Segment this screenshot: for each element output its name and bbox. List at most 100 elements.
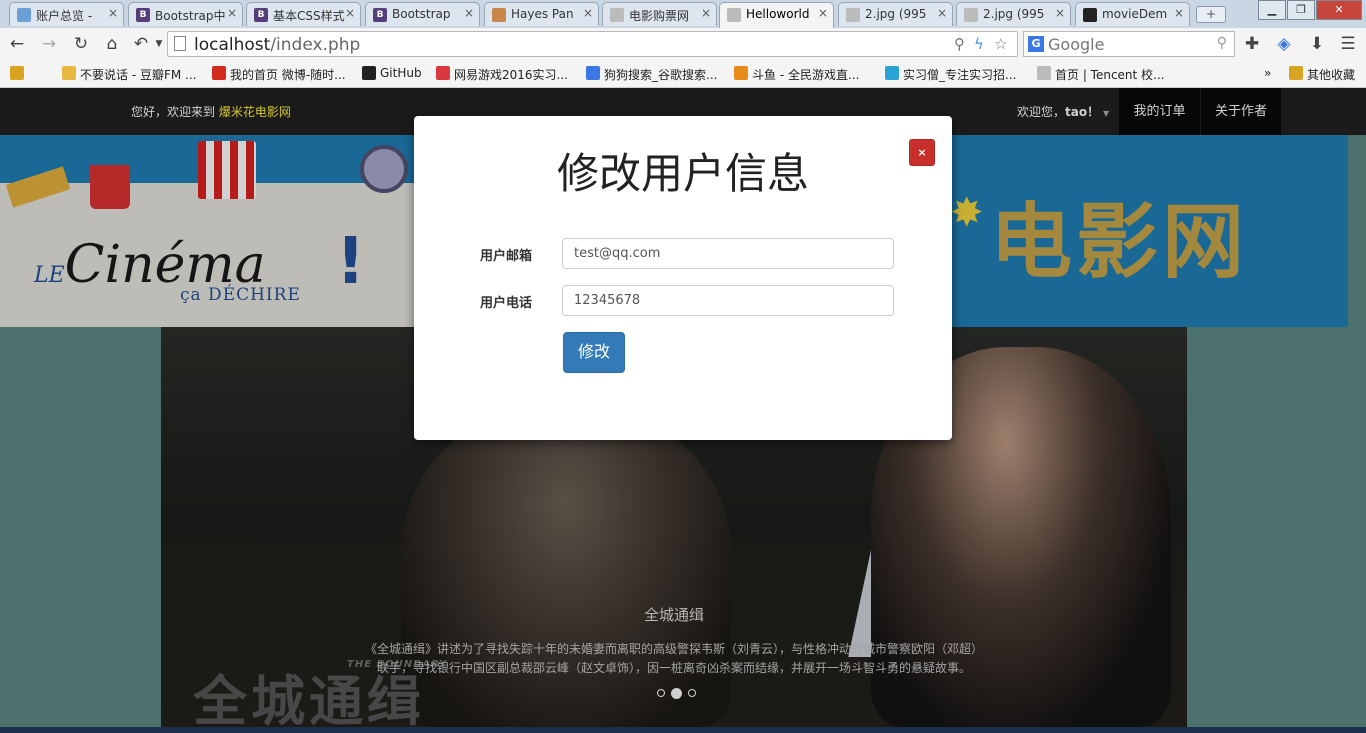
reload-icon[interactable]: ↻ [70, 33, 92, 55]
bookmark-label: 首页 | Tencent 校... [1055, 68, 1165, 82]
page-icon [610, 8, 624, 22]
email-label: 用户邮箱 [480, 249, 533, 264]
tab-close-icon[interactable]: × [108, 6, 118, 20]
github-icon [362, 66, 376, 80]
bootstrap-icon: B [254, 8, 268, 22]
other-bookmarks-label: 其他收藏 [1307, 68, 1356, 82]
bookmark-item[interactable]: 我的首页 微博-随时... [212, 66, 346, 83]
tab-label: 电影购票网 [629, 9, 690, 23]
home-icon[interactable]: ⌂ [101, 33, 123, 55]
tab-strip: 账户总览 - × B Bootstrap中 × B 基本CSS样式 × B Bootstrap … [0, 0, 1366, 29]
bookmark-label: 狗狗搜索_谷歌搜索... [604, 68, 718, 82]
url-path: /index.php [270, 35, 361, 55]
search-box[interactable]: G Google ⚲ [1023, 31, 1235, 57]
modal-close-button[interactable]: × [909, 139, 935, 166]
page-icon [1037, 66, 1051, 80]
bookmark-item[interactable]: 首页 | Tencent 校... [1037, 66, 1165, 83]
bookmark-item[interactable]: 实习僧_专注实习招... [885, 66, 1016, 83]
bookmark-item[interactable]: 狗狗搜索_谷歌搜索... [586, 66, 717, 83]
tab-close-icon[interactable]: × [701, 6, 711, 20]
tab-label: Bootstrap中 [155, 9, 226, 23]
bookmark-item[interactable]: 网易游戏2016实习... [436, 66, 568, 83]
tab-close-icon[interactable]: × [345, 6, 355, 20]
tab-close-icon[interactable]: × [227, 6, 237, 20]
page-icon [964, 8, 978, 22]
tab-label: Hayes Pan [511, 7, 574, 21]
address-bar[interactable]: localhost/index.php ⚲ ϟ ☆ [167, 31, 1018, 57]
tab-close-icon[interactable]: × [583, 6, 593, 20]
address-url[interactable]: localhost/index.php [194, 35, 360, 55]
tab-label: 基本CSS样式 [273, 9, 345, 23]
browser-tab[interactable]: 2.jpg (995 × [956, 2, 1071, 26]
tab-close-icon[interactable]: × [1174, 6, 1184, 20]
page-icon [174, 36, 186, 51]
star-icon[interactable]: ☆ [994, 35, 1007, 53]
browser-tab[interactable]: B 基本CSS样式 × [246, 2, 361, 26]
bookmark-folder-icon [10, 66, 24, 80]
phone-field[interactable] [562, 285, 894, 316]
alipay-icon [17, 8, 31, 22]
bookmark-item[interactable]: 斗鱼 - 全民游戏直... [734, 66, 859, 83]
menu-icon[interactable]: ☰ [1337, 33, 1359, 55]
tab-close-icon[interactable]: × [464, 6, 474, 20]
bootstrap-icon: B [136, 8, 150, 22]
translate-icon[interactable]: ◈ [1273, 33, 1295, 55]
tab-close-icon[interactable]: × [818, 6, 828, 20]
page-icon [727, 8, 741, 22]
bootstrap-icon: B [373, 8, 387, 22]
close-window-button[interactable]: ✕ [1316, 0, 1362, 20]
search-icon[interactable]: ⚲ [1217, 35, 1227, 51]
github-icon [1083, 8, 1097, 22]
lightning-icon[interactable]: ϟ [974, 35, 984, 53]
folder-icon [1289, 66, 1303, 80]
submit-button[interactable]: 修改 [563, 332, 625, 373]
minimize-button[interactable]: ▁ [1258, 0, 1286, 20]
download-icon[interactable]: ⬇ [1306, 33, 1328, 55]
new-tab-button[interactable]: + [1196, 6, 1226, 23]
browser-tab[interactable]: 账户总览 - × [9, 2, 124, 26]
browser-tab[interactable]: Hayes Pan × [484, 2, 599, 26]
other-bookmarks-folder[interactable]: 其他收藏 [1289, 66, 1355, 83]
more-bookmarks-button[interactable]: » [1264, 66, 1271, 80]
back-icon[interactable]: ← [6, 33, 28, 55]
maximize-button[interactable]: ❐ [1287, 0, 1315, 20]
zoom-icon[interactable]: ⚲ [954, 35, 965, 53]
tab-label: Helloworld [746, 7, 810, 21]
bookmark-item[interactable]: GitHub [362, 66, 422, 80]
email-field[interactable] [562, 238, 894, 269]
browser-tab[interactable]: Helloworld × [719, 2, 834, 29]
weibo-icon [212, 66, 226, 80]
forward-icon[interactable]: → [38, 33, 60, 55]
browser-tab[interactable]: 电影购票网 × [602, 2, 717, 26]
shixiseng-icon [885, 66, 899, 80]
extension-icon[interactable]: ✚ [1241, 33, 1263, 55]
phone-label: 用户电话 [480, 296, 533, 311]
tab-close-icon[interactable]: × [937, 6, 947, 20]
netease-icon [436, 66, 450, 80]
page-icon [846, 8, 860, 22]
browser-tab[interactable]: movieDem × [1075, 2, 1190, 26]
tab-label: Bootstrap [392, 7, 451, 21]
avatar-icon [492, 8, 506, 22]
window-controls: ▁ ❐ ✕ [1257, 0, 1362, 20]
tab-close-icon[interactable]: × [1055, 6, 1065, 20]
bookmark-label: 我的首页 微博-随时... [230, 68, 346, 82]
douban-icon [62, 66, 76, 80]
g-search-icon [586, 66, 600, 80]
tab-label: 2.jpg (995 [865, 7, 927, 21]
tab-label: 2.jpg (995 [983, 7, 1045, 21]
google-icon: G [1028, 36, 1044, 52]
modal-title: 修改用户信息 [556, 149, 809, 198]
browser-tab[interactable]: B Bootstrap中 × [128, 2, 243, 26]
bookmarks-bar: 不要说话 - 豆瓣FM ... 我的首页 微博-随时... GitHub 网易游戏20… [0, 60, 1366, 88]
browser-tab[interactable]: 2.jpg (995 × [838, 2, 953, 26]
douyu-icon [734, 66, 748, 80]
bookmark-item[interactable]: 不要说话 - 豆瓣FM ... [62, 66, 196, 83]
os-taskbar [0, 727, 1366, 733]
browser-tab[interactable]: B Bootstrap × [365, 2, 480, 26]
url-host: localhost [194, 35, 271, 55]
browser-toolbar: ← → ↻ ⌂ ↶ ▼ localhost/index.php ⚲ ϟ ☆ G … [0, 28, 1366, 60]
bookmark-label: 斗鱼 - 全民游戏直... [752, 68, 860, 82]
search-placeholder: Google [1048, 35, 1105, 54]
edit-user-modal: 修改用户信息 × 用户邮箱 用户电话 修改 [414, 116, 952, 440]
